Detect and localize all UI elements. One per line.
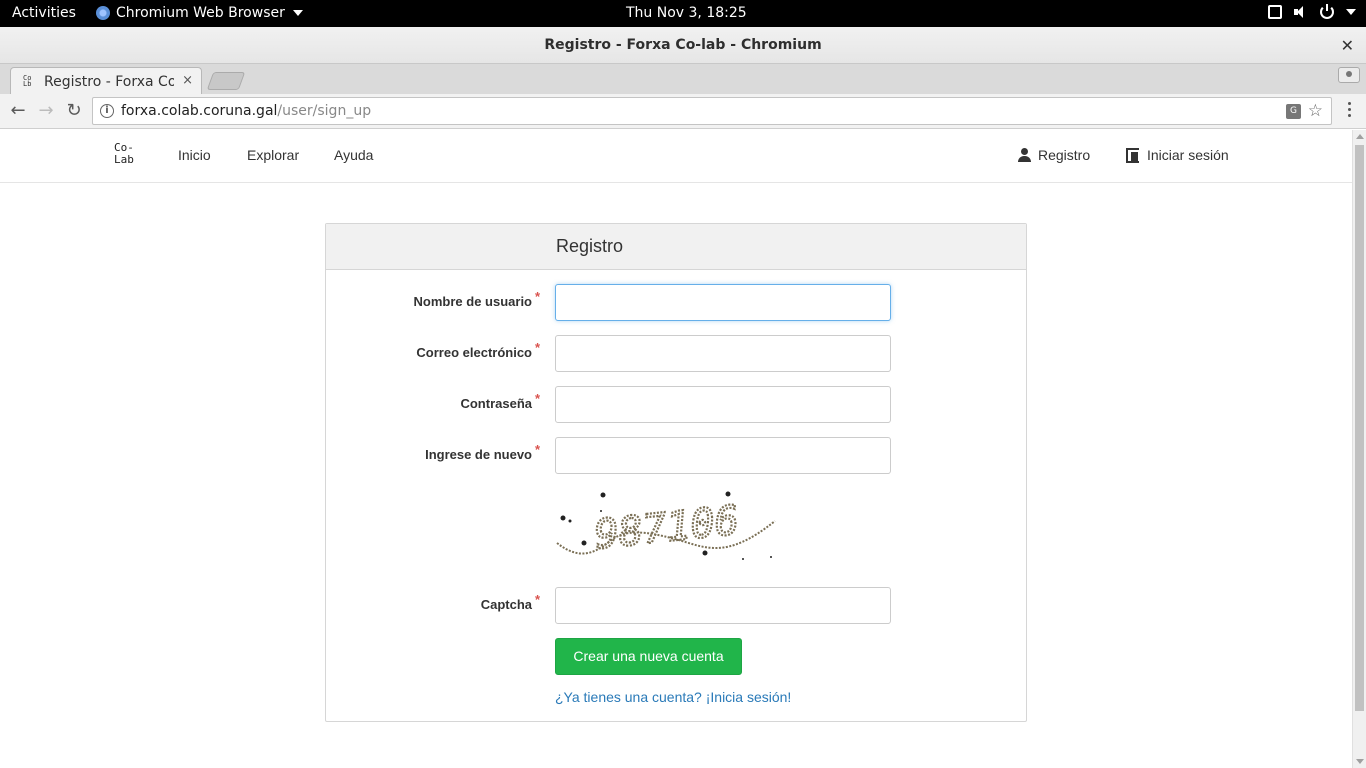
register-link-label: Registro xyxy=(1038,147,1091,163)
tab-registro[interactable]: Co Lb Registro - Forxa Co-lab × xyxy=(10,67,202,94)
username-input[interactable] xyxy=(555,284,891,321)
login-instead-link[interactable]: ¿Ya tienes una cuenta? ¡Inicia sesión! xyxy=(555,689,791,705)
browser-toolbar: ← → ↻ i forxa.colab.coruna.gal/user/sign… xyxy=(0,94,1366,129)
tab-strip: Co Lb Registro - Forxa Co-lab × xyxy=(0,64,1366,94)
register-panel: Registro Nombre de usuario * Correo elec… xyxy=(325,223,1027,722)
page-scrollbar[interactable] xyxy=(1352,130,1366,768)
user-icon xyxy=(1018,148,1031,162)
email-label: Correo electrónico xyxy=(416,345,532,360)
window-title: Registro - Forxa Co-lab - Chromium xyxy=(544,37,822,53)
colab-favicon-icon: Co Lb xyxy=(23,74,32,88)
activities-button[interactable]: Activities xyxy=(12,5,76,21)
url-path: /user/sign_up xyxy=(277,103,372,119)
info-icon[interactable]: i xyxy=(100,104,114,118)
profile-icon[interactable] xyxy=(1338,67,1360,83)
password-input[interactable] xyxy=(555,386,891,423)
password-label: Contraseña xyxy=(460,396,532,411)
window-titlebar: Registro - Forxa Co-lab - Chromium ✕ xyxy=(0,27,1366,64)
username-label: Nombre de usuario xyxy=(413,294,532,309)
scrollbar-thumb[interactable] xyxy=(1355,145,1364,711)
create-account-button[interactable]: Crear una nueva cuenta xyxy=(555,638,742,675)
required-mark: * xyxy=(534,442,540,457)
nav-link-ayuda[interactable]: Ayuda xyxy=(334,147,373,163)
captcha-image: 987106 xyxy=(556,491,776,560)
browser-menu-icon[interactable] xyxy=(1348,102,1352,120)
captcha-label: Captcha xyxy=(480,597,532,612)
tab-close-icon[interactable]: × xyxy=(182,73,193,88)
window-close-button[interactable]: ✕ xyxy=(1341,36,1354,55)
sign-in-icon xyxy=(1126,147,1139,163)
logo-line-2: Lab xyxy=(114,153,134,166)
scroll-up-icon[interactable] xyxy=(1356,134,1364,139)
new-tab-button[interactable] xyxy=(206,72,246,90)
required-mark: * xyxy=(534,391,540,406)
login-link-label: Iniciar sesión xyxy=(1147,147,1229,163)
colab-logo[interactable]: Co- Lab xyxy=(114,142,134,166)
power-icon xyxy=(1320,4,1334,19)
volume-icon xyxy=(1294,5,1308,19)
forward-button[interactable]: → xyxy=(36,101,56,121)
required-mark: * xyxy=(534,592,540,607)
login-link[interactable]: Iniciar sesión xyxy=(1126,147,1229,163)
bookmark-star-icon[interactable]: ☆ xyxy=(1308,101,1323,121)
back-button[interactable]: ← xyxy=(8,101,28,121)
url-text[interactable]: forxa.colab.coruna.gal/user/sign_up xyxy=(121,103,371,119)
chevron-down-icon xyxy=(292,10,303,16)
os-top-bar: Activities Chromium Web Browser Thu Nov … xyxy=(0,0,1366,27)
chevron-down-icon xyxy=(1346,9,1356,15)
app-menu[interactable]: Chromium Web Browser xyxy=(96,5,303,21)
app-menu-label: Chromium Web Browser xyxy=(116,5,285,21)
site-navbar: Co- Lab Inicio Explorar Ayuda Registro I… xyxy=(0,130,1352,183)
captcha-text: 987106 xyxy=(592,498,741,559)
url-host: forxa.colab.coruna.gal xyxy=(121,103,278,119)
required-mark: * xyxy=(534,289,540,304)
scroll-down-icon[interactable] xyxy=(1356,759,1364,764)
panel-header: Registro xyxy=(326,224,1026,270)
clock[interactable]: Thu Nov 3, 18:25 xyxy=(626,5,747,21)
email-input[interactable] xyxy=(555,335,891,372)
translate-icon[interactable]: G xyxy=(1286,104,1301,119)
password-confirm-label: Ingrese de nuevo xyxy=(425,447,532,462)
tab-label: Registro - Forxa Co-lab xyxy=(44,74,174,90)
password-confirm-row: Ingrese de nuevo * xyxy=(326,437,1026,474)
username-row: Nombre de usuario * xyxy=(326,284,1026,321)
chromium-icon xyxy=(96,6,110,20)
panel-title: Registro xyxy=(556,236,624,256)
register-link[interactable]: Registro xyxy=(1018,147,1090,163)
required-mark: * xyxy=(534,340,540,355)
nav-link-inicio[interactable]: Inicio xyxy=(178,147,211,163)
reload-button[interactable]: ↻ xyxy=(64,101,84,121)
page-viewport: Co- Lab Inicio Explorar Ayuda Registro I… xyxy=(0,130,1352,768)
password-row: Contraseña * xyxy=(326,386,1026,423)
screen-icon xyxy=(1268,5,1282,19)
email-row: Correo electrónico * xyxy=(326,335,1026,372)
password-confirm-input[interactable] xyxy=(555,437,891,474)
system-menu[interactable] xyxy=(1268,4,1356,19)
nav-link-explorar[interactable]: Explorar xyxy=(247,147,299,163)
captcha-row: Captcha * xyxy=(326,587,1026,624)
address-bar[interactable]: i forxa.colab.coruna.gal/user/sign_up G … xyxy=(92,97,1332,125)
captcha-input[interactable] xyxy=(555,587,891,624)
